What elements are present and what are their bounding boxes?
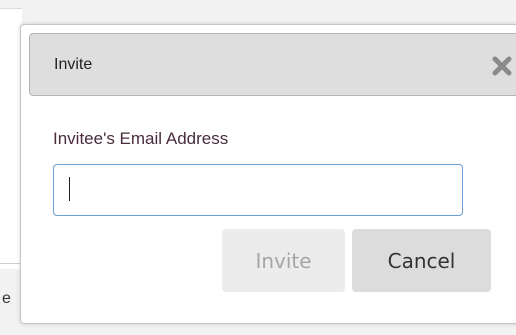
invite-dialog: Invite Invitee's Email Address Invite Ca… <box>20 24 516 324</box>
cancel-button[interactable]: Cancel <box>352 229 491 292</box>
email-input[interactable] <box>53 164 463 216</box>
email-label: Invitee's Email Address <box>53 129 229 148</box>
close-icon[interactable] <box>489 53 515 79</box>
page-backdrop: e Invite Invitee's Email Address Invite … <box>0 0 516 335</box>
background-edge-text: e <box>2 290 11 307</box>
background-divider <box>0 263 22 264</box>
dialog-title: Invite <box>54 56 93 73</box>
invite-button[interactable]: Invite <box>222 229 345 292</box>
background-panel <box>0 8 22 269</box>
text-caret <box>69 177 70 201</box>
dialog-titlebar: Invite <box>29 33 516 96</box>
